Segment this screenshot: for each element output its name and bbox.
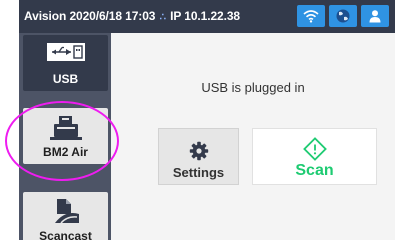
sidebar-item-scancast[interactable]: Scancast bbox=[23, 192, 108, 240]
globe-icon[interactable] bbox=[329, 5, 357, 27]
scan-button[interactable]: Scan bbox=[252, 128, 377, 185]
status-message: USB is plugged in bbox=[201, 80, 305, 95]
gear-icon bbox=[159, 141, 238, 161]
brand-label: Avision bbox=[24, 9, 67, 23]
settings-label: Settings bbox=[172, 165, 225, 180]
status-icons bbox=[297, 5, 389, 27]
scan-icon bbox=[253, 137, 376, 161]
wifi-icon[interactable] bbox=[297, 5, 325, 27]
scancast-icon bbox=[23, 198, 108, 226]
sidebar: USB BM2 Air Scancast bbox=[19, 33, 111, 240]
network-dots-icon: ∴ bbox=[159, 12, 166, 23]
sidebar-item-label: USB bbox=[52, 72, 79, 86]
settings-button[interactable]: Settings bbox=[158, 128, 239, 185]
sidebar-item-label: BM2 Air bbox=[43, 145, 88, 159]
scanner-icon bbox=[23, 114, 108, 142]
ip-label: IP 10.1.22.38 bbox=[170, 9, 240, 23]
usb-icon bbox=[23, 41, 108, 69]
user-icon[interactable] bbox=[361, 5, 389, 27]
datetime-label: 2020/6/18 17:03 bbox=[69, 9, 156, 23]
status-text: Avision 2020/6/18 17:03 ∴ IP 10.1.22.38 bbox=[24, 9, 240, 23]
status-bar: Avision 2020/6/18 17:03 ∴ IP 10.1.22.38 bbox=[19, 0, 395, 33]
sidebar-item-bm2-air[interactable]: BM2 Air bbox=[23, 108, 108, 164]
sidebar-item-usb[interactable]: USB bbox=[23, 35, 108, 91]
scanner-screen: Avision 2020/6/18 17:03 ∴ IP 10.1.22.38 bbox=[19, 0, 395, 240]
sidebar-item-label: Scancast bbox=[39, 229, 92, 240]
scan-label: Scan bbox=[295, 162, 334, 179]
